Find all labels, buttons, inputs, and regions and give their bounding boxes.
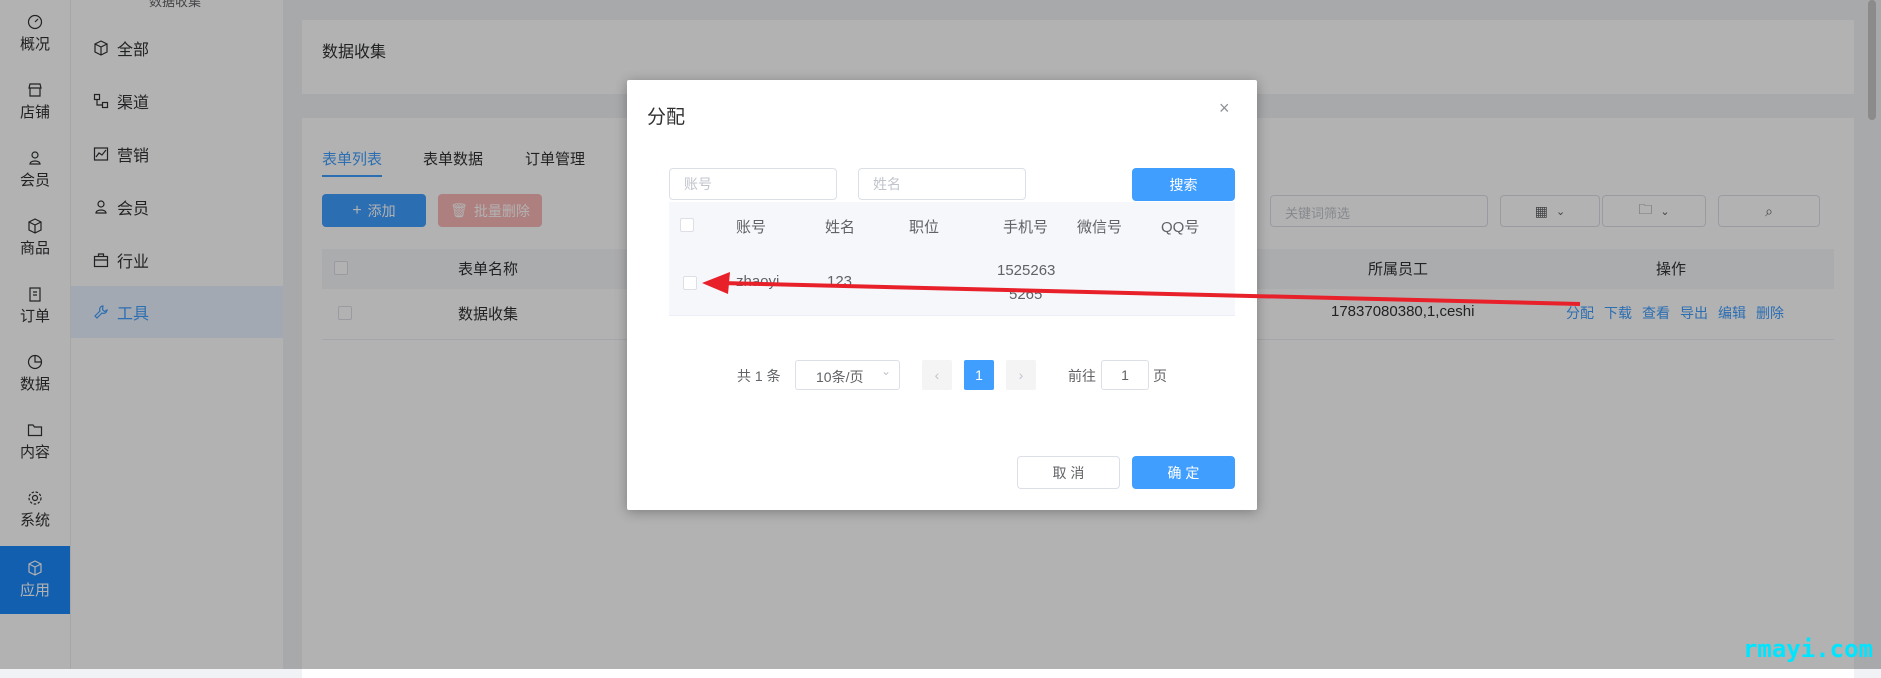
arrow-shaft (719, 281, 1581, 306)
arrow-head (702, 272, 730, 294)
watermark: rmayi.com (1742, 635, 1873, 663)
annotation-arrow (702, 272, 1581, 306)
